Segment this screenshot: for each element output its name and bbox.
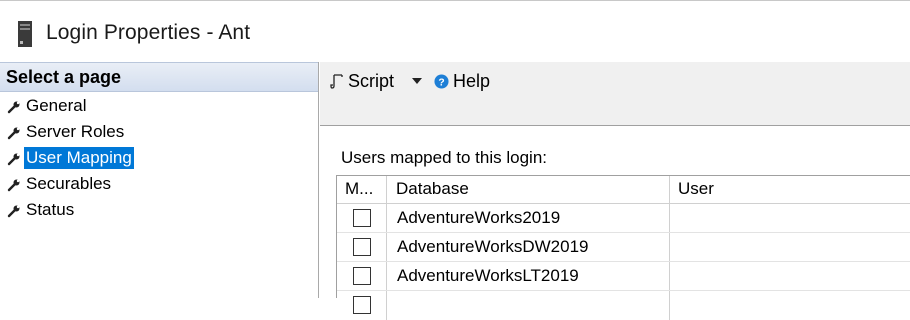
page-selector-pane: Select a page General Server Roles User … bbox=[0, 62, 319, 298]
select-page-header: Select a page bbox=[0, 62, 318, 92]
page-item-label: Status bbox=[26, 200, 75, 219]
help-button[interactable]: ? Help bbox=[434, 69, 490, 93]
map-checkbox[interactable] bbox=[353, 209, 371, 227]
server-icon bbox=[18, 21, 32, 47]
column-header-label: User bbox=[678, 179, 714, 198]
page-item-general[interactable]: General bbox=[0, 95, 318, 121]
chevron-down-icon[interactable] bbox=[411, 77, 423, 85]
database-name: AdventureWorks2019 bbox=[397, 208, 561, 227]
script-button[interactable]: Script bbox=[330, 69, 394, 93]
page-item-status[interactable]: Status bbox=[0, 199, 318, 225]
database-name: AdventureWorksLT2019 bbox=[397, 266, 579, 285]
toolbar: Script ? Help bbox=[320, 62, 910, 126]
wrench-icon bbox=[7, 179, 20, 192]
map-checkbox[interactable] bbox=[353, 267, 371, 285]
page-item-label: User Mapping bbox=[24, 147, 134, 169]
users-mapped-label: Users mapped to this login: bbox=[341, 148, 547, 167]
user-mapping-grid[interactable]: M... Database User AdventureWorks2019 Ad… bbox=[336, 175, 910, 320]
svg-text:?: ? bbox=[438, 77, 444, 88]
wrench-icon bbox=[7, 127, 20, 140]
table-row[interactable]: AdventureWorks2019 bbox=[337, 204, 910, 233]
window-title: Login Properties - Ant bbox=[46, 21, 251, 44]
page-item-server-roles[interactable]: Server Roles bbox=[0, 121, 318, 147]
title-bar: Login Properties - Ant bbox=[0, 0, 910, 62]
page-item-label: Securables bbox=[26, 174, 112, 193]
map-checkbox[interactable] bbox=[353, 238, 371, 256]
user-cell[interactable] bbox=[670, 204, 910, 232]
content-pane: Script ? Help Users mapped to this login… bbox=[320, 62, 910, 320]
page-item-securables[interactable]: Securables bbox=[0, 173, 318, 199]
page-item-label: Server Roles bbox=[26, 122, 125, 141]
select-page-label: Select a page bbox=[6, 67, 122, 87]
column-header-label: Database bbox=[396, 179, 469, 198]
wrench-icon bbox=[7, 153, 20, 166]
script-label: Script bbox=[348, 70, 395, 91]
page-list: General Server Roles User Mapping Secura… bbox=[0, 95, 318, 225]
table-row-partial bbox=[337, 291, 910, 320]
help-icon: ? bbox=[434, 73, 449, 89]
script-icon bbox=[330, 74, 343, 89]
wrench-icon bbox=[7, 101, 20, 114]
database-name: AdventureWorksDW2019 bbox=[397, 237, 589, 256]
column-header-label: M... bbox=[345, 179, 374, 198]
column-header-user[interactable]: User bbox=[670, 176, 910, 203]
table-row[interactable]: AdventureWorksDW2019 bbox=[337, 233, 910, 262]
column-header-database[interactable]: Database bbox=[387, 176, 670, 203]
help-label: Help bbox=[453, 70, 491, 91]
grid-header-row: M... Database User bbox=[337, 176, 910, 204]
wrench-icon bbox=[7, 205, 20, 218]
map-checkbox[interactable] bbox=[353, 296, 371, 314]
table-row[interactable]: AdventureWorksLT2019 bbox=[337, 262, 910, 291]
column-header-map[interactable]: M... bbox=[337, 176, 387, 203]
page-item-label: General bbox=[26, 96, 87, 115]
user-cell[interactable] bbox=[670, 262, 910, 290]
page-item-user-mapping[interactable]: User Mapping bbox=[0, 147, 318, 173]
user-cell[interactable] bbox=[670, 233, 910, 261]
